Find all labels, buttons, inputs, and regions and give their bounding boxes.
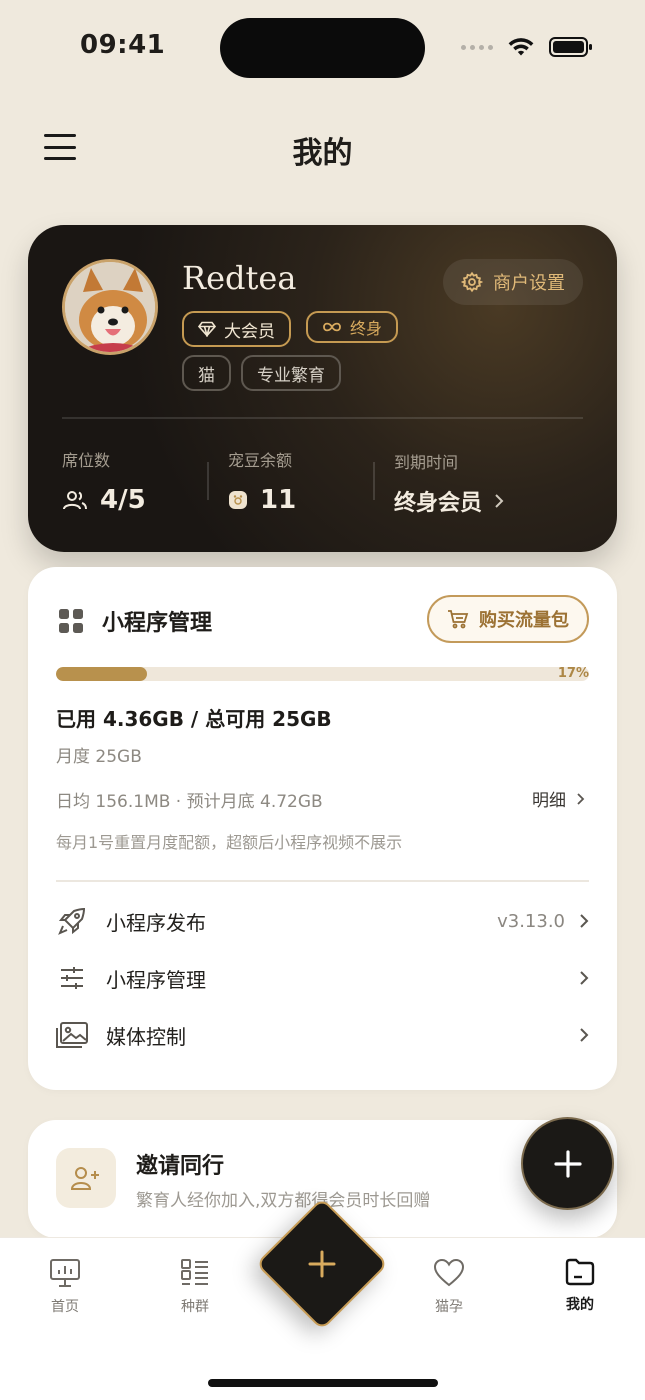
stat-balance: 宠豆余额 11 xyxy=(228,447,296,515)
invite-icon-box xyxy=(56,1148,116,1208)
wifi-icon xyxy=(508,38,534,56)
vip-badge: 大会员 xyxy=(182,311,291,347)
username: Redtea xyxy=(182,259,297,297)
tab-home[interactable]: 首页 xyxy=(20,1258,110,1316)
vip-badge-label: 大会员 xyxy=(224,321,275,342)
merchant-settings-label: 商户设置 xyxy=(493,273,565,294)
gear-icon xyxy=(461,271,483,293)
storage-monthly: 月度 25GB xyxy=(56,747,142,767)
chevron-right-icon xyxy=(495,494,504,508)
users-icon xyxy=(63,491,87,510)
menu-item-manage-label: 小程序管理 xyxy=(106,967,206,992)
stat-expiry-label: 到期时间 xyxy=(394,453,459,472)
storage-daily: 日均 156.1MB · 预计月底 4.72GB xyxy=(56,792,323,812)
home-indicator xyxy=(208,1379,438,1387)
tab-mine[interactable]: 我的 xyxy=(535,1258,625,1314)
profile-card: Redtea 商户设置 大会员 终身 猫 专业繁育 席位数 4/5 宠豆余额 1… xyxy=(28,225,617,552)
buy-traffic-label: 购买流量包 xyxy=(479,610,569,631)
stat-seats: 席位数 4/5 xyxy=(62,447,146,515)
mini-program-header: 小程序管理 xyxy=(58,605,212,637)
heart-icon xyxy=(433,1258,465,1287)
monitor-icon xyxy=(50,1259,80,1287)
chevron-right-icon xyxy=(580,914,589,928)
tab-population[interactable]: 种群 xyxy=(150,1258,240,1316)
cellular-signal-icon xyxy=(461,44,493,50)
page-title: 我的 xyxy=(292,136,353,171)
stat-seats-label: 席位数 xyxy=(62,451,111,470)
shiba-avatar-image xyxy=(65,262,155,352)
stat-balance-label: 宠豆余额 xyxy=(228,451,293,470)
version-label: v3.13.0 xyxy=(497,910,565,932)
battery-icon xyxy=(549,37,592,57)
lifetime-badge-label: 终身 xyxy=(350,319,383,338)
tab-pregnancy-label: 猫孕 xyxy=(435,1299,463,1315)
media-icon xyxy=(56,1022,88,1048)
storage-progress-fill xyxy=(56,667,147,681)
tag-species: 猫 xyxy=(182,355,231,391)
tab-mine-label: 我的 xyxy=(566,1297,594,1313)
sliders-icon xyxy=(61,967,83,989)
cart-icon xyxy=(448,610,469,629)
lifetime-badge: 终身 xyxy=(306,311,399,343)
detail-link[interactable]: 明细 xyxy=(532,786,585,811)
plus-icon xyxy=(553,1149,582,1178)
infinity-icon xyxy=(323,322,341,332)
list-icon xyxy=(181,1259,208,1285)
rocket-icon xyxy=(58,907,86,935)
menu-item-media[interactable]: 媒体控制 xyxy=(52,1007,589,1063)
pet-bean-icon xyxy=(229,491,247,509)
grid-icon xyxy=(59,609,83,633)
stat-balance-value: 11 xyxy=(260,485,297,515)
invite-subtitle: 繁育人经你加入,双方都得会员时长回赠 xyxy=(136,1191,431,1211)
chevron-right-icon xyxy=(577,792,585,805)
menu-item-publish[interactable]: 小程序发布 v3.13.0 xyxy=(52,893,589,949)
tab-pregnancy[interactable]: 猫孕 xyxy=(404,1258,494,1316)
stat-expiry-value: 终身会员 xyxy=(394,491,483,516)
tab-home-label: 首页 xyxy=(51,1299,79,1315)
storage-progress-bar xyxy=(56,667,589,681)
menu-item-manage[interactable]: 小程序管理 xyxy=(52,950,589,1006)
avatar[interactable] xyxy=(62,259,158,355)
add-user-icon xyxy=(70,1167,99,1190)
mini-program-title: 小程序管理 xyxy=(102,611,213,636)
buy-traffic-button[interactable]: 购买流量包 xyxy=(427,595,589,643)
menu-item-publish-label: 小程序发布 xyxy=(106,910,206,935)
chevron-right-icon xyxy=(580,1028,589,1042)
chevron-right-icon xyxy=(580,971,589,985)
menu-item-media-label: 媒体控制 xyxy=(106,1024,186,1049)
quota-note: 每月1号重置月度配额，超额后小程序视频不展示 xyxy=(56,833,403,852)
floating-add-button[interactable] xyxy=(521,1117,614,1210)
stat-seats-value: 4/5 xyxy=(100,485,146,515)
storage-progress-percent: 17% xyxy=(557,666,589,681)
status-time: 09:41 xyxy=(80,30,166,60)
detail-link-label: 明细 xyxy=(532,791,566,811)
merchant-settings-button[interactable]: 商户设置 xyxy=(443,259,583,305)
status-icons xyxy=(461,36,593,58)
invite-title: 邀请同行 xyxy=(136,1154,225,1179)
diamond-icon xyxy=(198,321,216,337)
card-divider xyxy=(62,417,583,419)
stat-expiry[interactable]: 到期时间 终身会员 xyxy=(394,449,504,517)
folder-icon xyxy=(565,1258,595,1286)
mini-program-card: 小程序管理 购买流量包 17% 已用 4.36GB / 总可用 25GB 月度 … xyxy=(28,567,617,1090)
tab-population-label: 种群 xyxy=(181,1299,209,1315)
divider xyxy=(56,880,589,882)
storage-used: 已用 4.36GB / 总可用 25GB xyxy=(56,707,332,731)
tag-breeder: 专业繁育 xyxy=(241,355,341,391)
dynamic-island xyxy=(220,18,425,78)
